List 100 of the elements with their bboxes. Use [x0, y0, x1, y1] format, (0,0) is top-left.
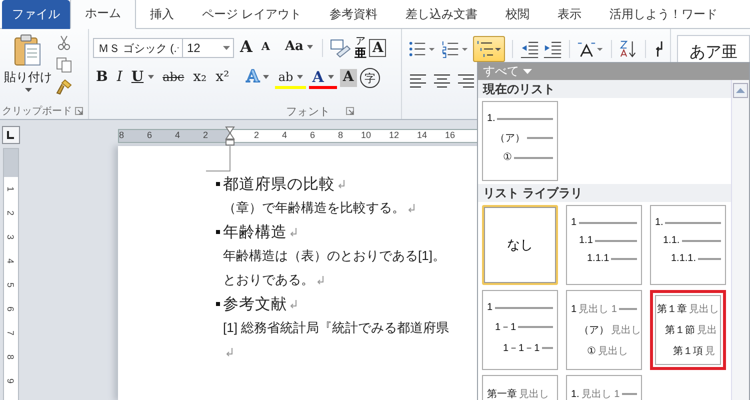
- font-button[interactable]: x₂: [190, 67, 210, 89]
- dialog-launcher-icon[interactable]: [75, 107, 83, 115]
- level-label: 第１章: [657, 302, 687, 316]
- caret-icon: [328, 74, 334, 78]
- group-label: フォント: [286, 104, 330, 118]
- level-label: 1.: [571, 388, 580, 400]
- ribbon-tab[interactable]: 活用しよう！ワード: [595, 0, 732, 29]
- numbering-icon[interactable]: [440, 39, 470, 59]
- paintbrush-icon[interactable]: [56, 79, 72, 95]
- level-caption: 見出し: [598, 344, 628, 358]
- text-boundary-mark: [206, 146, 231, 172]
- dialog-launcher-icon[interactable]: [346, 107, 354, 115]
- font-button[interactable]: A: [237, 37, 256, 59]
- copy-icon[interactable]: [56, 57, 72, 73]
- list-style-option[interactable]: 第１章 見出し 第１節 見出 第１項 見: [650, 290, 726, 370]
- paste-button[interactable]: 貼り付け: [4, 33, 52, 103]
- level-caption: 見出: [697, 324, 717, 337]
- list-style-option[interactable]: 1. 1.1. 1.1.1.: [650, 205, 726, 285]
- ribbon-tab[interactable]: 校閲: [491, 0, 544, 29]
- list-style-option[interactable]: 1 1.1 1.1.1: [566, 205, 642, 285]
- section-header: 現在のリスト: [478, 80, 731, 98]
- font-button[interactable]: B: [93, 67, 111, 89]
- ruler-number: 9: [5, 378, 17, 384]
- font-button[interactable]: A: [340, 69, 357, 87]
- ribbon-tab[interactable]: ページ レイアウト: [188, 0, 316, 29]
- font-size-field[interactable]: 12: [182, 38, 234, 58]
- list-style-option[interactable]: 1 1－1 1－1－1: [482, 290, 558, 370]
- level-label: 1.1: [579, 235, 593, 246]
- ribbon-tab[interactable]: 挿入: [136, 0, 188, 29]
- level-label: 第１項: [673, 345, 703, 358]
- ribbon-tab[interactable]: 差し込み文書: [391, 0, 492, 29]
- ruler-number: 12: [388, 130, 399, 142]
- increase-indent-icon[interactable]: [543, 39, 562, 59]
- font-button[interactable]: U: [128, 67, 157, 89]
- scrollbar[interactable]: [731, 80, 749, 400]
- ribbon-tab[interactable]: 表示: [543, 0, 596, 29]
- ruler-number: 2: [203, 130, 210, 142]
- level-caption: 見出し 1: [578, 302, 617, 316]
- ruler-number: 4: [5, 258, 17, 264]
- level-caption: 見出し: [611, 324, 641, 337]
- list-style-option[interactable]: 1. （ア） ①: [482, 101, 558, 181]
- ruler-number: 8: [336, 130, 343, 142]
- level-caption: 見出し 1: [581, 388, 620, 400]
- document-text: 参考文献: [223, 294, 287, 314]
- font-button[interactable]: I: [114, 67, 126, 89]
- enclosed-character-button[interactable]: 字: [360, 68, 380, 88]
- ruler-number: 4: [280, 130, 287, 142]
- ruler-number: 8: [119, 130, 126, 142]
- ruler-number: 10: [360, 130, 371, 142]
- font-button[interactable]: abc: [160, 67, 188, 89]
- ruler-number: 7: [5, 330, 17, 336]
- ruler-number: 8: [5, 354, 17, 360]
- font-button[interactable]: A: [258, 37, 273, 59]
- list-style-option[interactable]: 第一章 見出し: [482, 375, 558, 400]
- caret-icon: [263, 74, 270, 78]
- scissors-icon[interactable]: [56, 35, 72, 51]
- level-caption: 見出し: [689, 302, 719, 316]
- font-name-field[interactable]: ＭＳ ゴシック (.: [93, 38, 183, 58]
- ruler-margin: [4, 149, 18, 177]
- phonetic-guide-icon[interactable]: [329, 38, 352, 58]
- character-border-button[interactable]: A: [369, 39, 386, 57]
- font-button[interactable]: x²: [212, 67, 232, 89]
- document-text: 年齢構造は（表）のとおりである[1]。: [223, 247, 446, 265]
- document-text: 都道府県の比較: [223, 174, 335, 194]
- font-button[interactable]: Aa: [282, 37, 316, 59]
- ruler-number: 14: [416, 130, 427, 142]
- clipboard-icon: [13, 33, 43, 67]
- sort-icon[interactable]: [618, 39, 638, 59]
- decrease-indent-icon[interactable]: [520, 39, 540, 59]
- level-label: 第１節: [665, 324, 695, 337]
- level-label: ①: [503, 152, 512, 163]
- list-style-option[interactable]: なし: [482, 205, 558, 285]
- caret-icon: [148, 74, 154, 78]
- ruler-number: 16: [444, 130, 455, 142]
- list-style-option[interactable]: 1. 見出し 1: [566, 375, 642, 400]
- ruler-number: 2: [252, 130, 259, 142]
- ribbon-tab[interactable]: ファイル: [2, 0, 70, 29]
- tab-selector-icon[interactable]: [2, 126, 20, 144]
- bullet-icon: [216, 302, 220, 306]
- level-label: 第一章: [487, 388, 517, 400]
- font-button[interactable]: ab: [275, 67, 306, 89]
- indent-marker-icon[interactable]: [225, 126, 235, 146]
- ruler-number: 2: [5, 210, 17, 216]
- caret-icon: [307, 44, 314, 48]
- level-label: 1: [571, 304, 577, 314]
- font-button[interactable]: A: [309, 67, 337, 89]
- level-label: （ア）: [579, 324, 609, 337]
- ruby-button[interactable]: ア 亜: [354, 37, 366, 59]
- bullet-icon: [216, 182, 220, 186]
- multilevel-list-button[interactable]: [473, 36, 506, 62]
- level-label: ①: [587, 346, 596, 356]
- caret-icon: [523, 69, 532, 74]
- caret-icon: [297, 74, 304, 78]
- bullets-icon[interactable]: [408, 39, 437, 59]
- document-text: とおりである。: [223, 271, 314, 289]
- level-label: 1.1.1.: [671, 253, 696, 264]
- level-label: 1.1.: [663, 235, 680, 246]
- ribbon-tab[interactable]: ホーム: [70, 0, 136, 29]
- list-style-option[interactable]: 1 見出し 1 （ア） 見出し ① 見出し: [566, 290, 642, 370]
- ribbon-tab[interactable]: 参考資料: [315, 0, 392, 29]
